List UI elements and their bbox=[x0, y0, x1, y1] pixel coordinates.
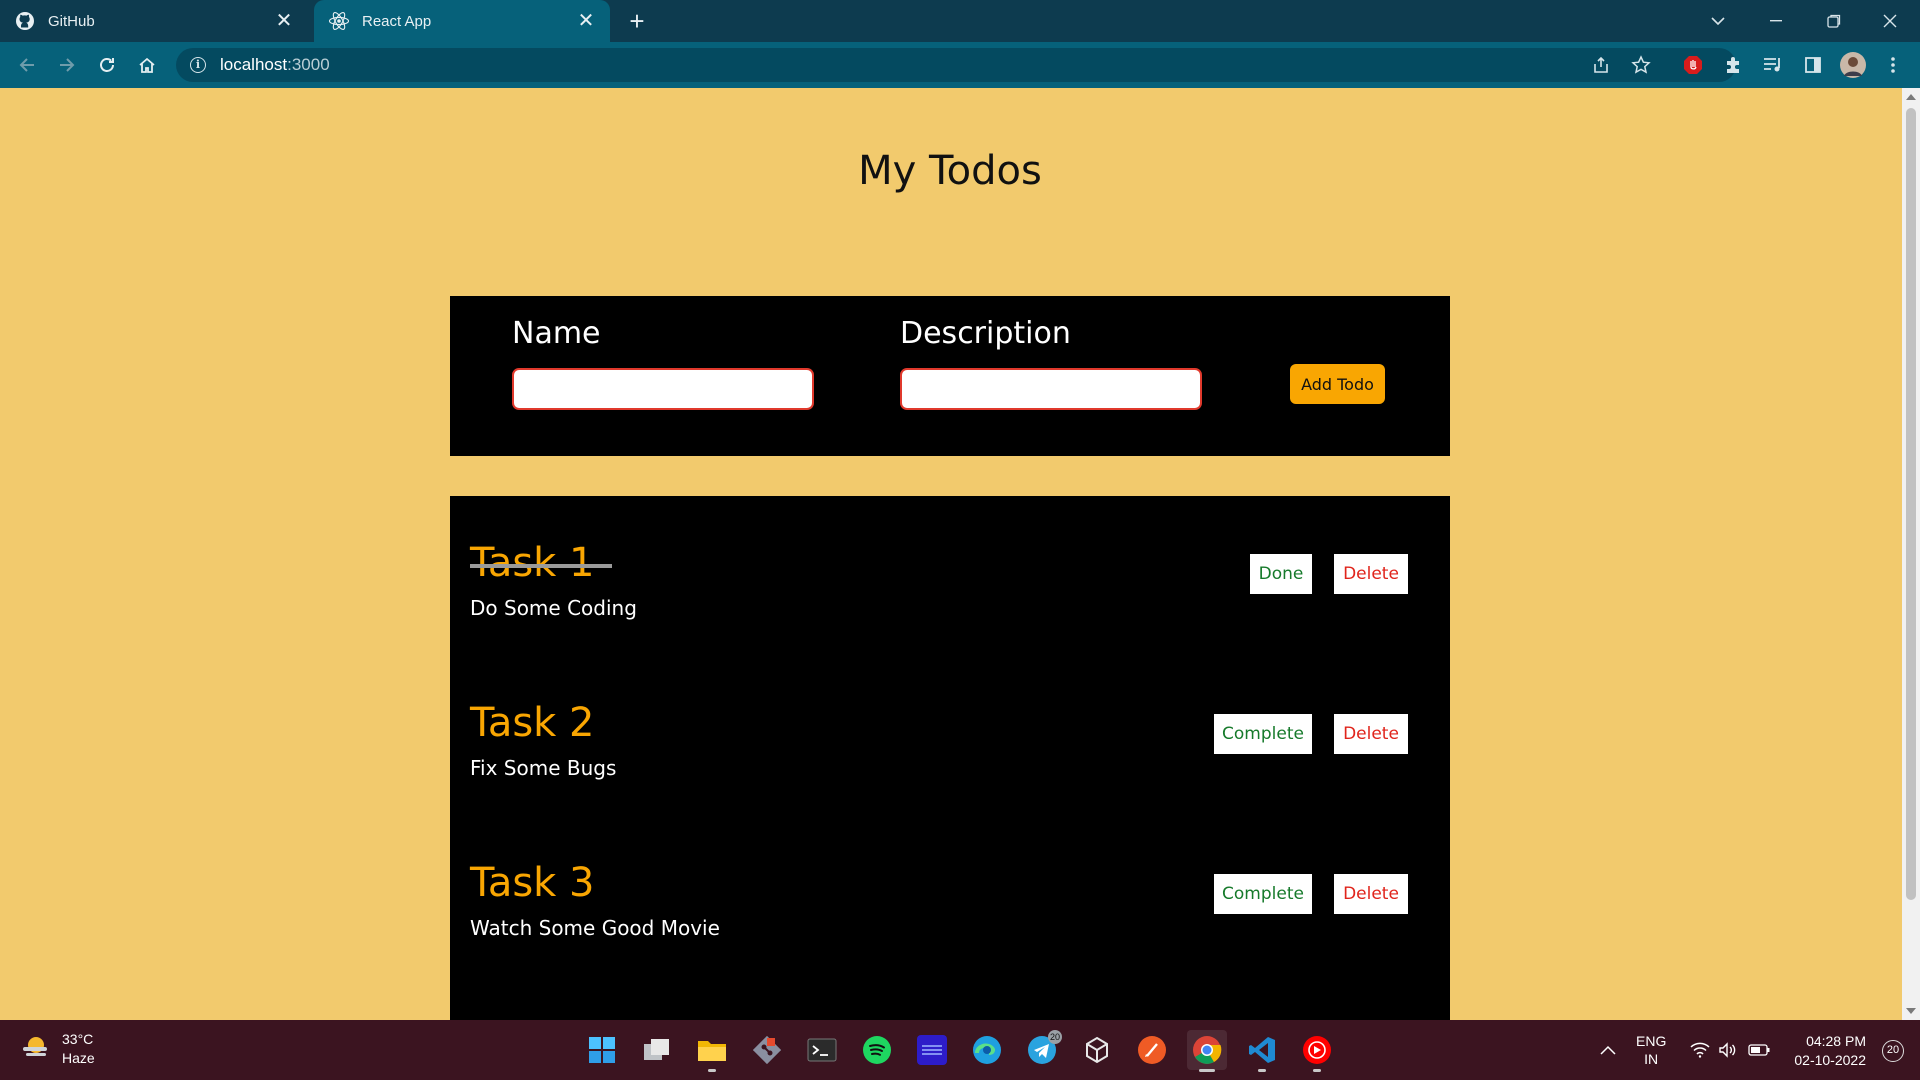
clock-time: 04:28 PM bbox=[1806, 1033, 1866, 1049]
side-panel-icon[interactable] bbox=[1798, 50, 1828, 80]
edge-icon[interactable] bbox=[967, 1030, 1007, 1070]
browser-toolbar: i localhost:3000 bbox=[0, 42, 1920, 88]
wifi-icon[interactable] bbox=[1690, 1020, 1710, 1080]
scrollbar-thumb[interactable] bbox=[1906, 108, 1916, 900]
battery-icon[interactable] bbox=[1748, 1020, 1770, 1080]
page-title: My Todos bbox=[858, 148, 1042, 194]
address-bar[interactable]: i localhost:3000 bbox=[176, 48, 1736, 82]
spotify-icon[interactable] bbox=[857, 1030, 897, 1070]
url-text: localhost:3000 bbox=[220, 55, 330, 74]
new-tab-button[interactable]: + bbox=[622, 6, 652, 36]
bookmark-star-icon[interactable] bbox=[1626, 50, 1656, 80]
tab-react-app[interactable]: React App ✕ bbox=[314, 0, 610, 42]
git-icon[interactable] bbox=[747, 1030, 787, 1070]
react-icon bbox=[328, 10, 350, 32]
back-icon[interactable] bbox=[12, 50, 42, 80]
weather-condition: Haze bbox=[62, 1050, 95, 1066]
todo-description: Fix Some Bugs bbox=[470, 756, 617, 780]
todo-name: Task 1 bbox=[470, 540, 612, 586]
todo-description: Watch Some Good Movie bbox=[470, 916, 720, 940]
file-explorer-icon[interactable] bbox=[692, 1030, 732, 1072]
add-todo-form: Name Description Add Todo bbox=[450, 296, 1450, 456]
tab-search-icon[interactable] bbox=[1690, 0, 1746, 42]
weather-temperature: 33°C bbox=[62, 1031, 94, 1047]
close-icon[interactable]: ✕ bbox=[576, 11, 596, 31]
close-window-button[interactable] bbox=[1862, 0, 1918, 42]
delete-button[interactable]: Delete bbox=[1334, 714, 1408, 754]
telegram-badge: 20 bbox=[1047, 1030, 1062, 1044]
postman-icon[interactable] bbox=[1132, 1030, 1172, 1070]
telegram-icon[interactable]: 20 bbox=[1022, 1030, 1062, 1070]
more-menu-icon[interactable] bbox=[1878, 50, 1908, 80]
avatar[interactable] bbox=[1838, 50, 1868, 80]
todo-description: Do Some Coding bbox=[470, 596, 637, 620]
minimize-button[interactable] bbox=[1748, 0, 1804, 42]
complete-button[interactable]: Complete bbox=[1214, 874, 1312, 914]
tab-title: GitHub bbox=[48, 12, 95, 30]
delete-button[interactable]: Delete bbox=[1334, 554, 1408, 594]
todo-item: Task 2 Fix Some Bugs Complete Delete bbox=[470, 700, 1430, 800]
volume-icon[interactable] bbox=[1718, 1020, 1738, 1080]
github-icon bbox=[14, 10, 36, 32]
youtube-music-icon[interactable] bbox=[1297, 1030, 1337, 1072]
vscode-icon[interactable] bbox=[1242, 1030, 1282, 1072]
unity-icon[interactable] bbox=[1077, 1030, 1117, 1070]
system-clock[interactable]: 04:28 PM 02-10-2022 bbox=[1794, 1032, 1866, 1070]
description-label: Description bbox=[900, 316, 1071, 351]
todo-item: Task 1 Do Some Coding Done Delete bbox=[470, 540, 1430, 640]
todo-list: Task 1 Do Some Coding Done Delete Task 2… bbox=[450, 496, 1450, 1020]
clock-date: 02-10-2022 bbox=[1794, 1052, 1866, 1068]
browser-tab-strip: GitHub ✕ React App ✕ + bbox=[0, 0, 1920, 42]
adblock-extension-icon[interactable] bbox=[1678, 50, 1708, 80]
todo-name: Task 3 bbox=[470, 860, 595, 906]
chrome-icon[interactable] bbox=[1187, 1030, 1227, 1072]
weather-haze-icon bbox=[20, 1032, 50, 1067]
show-hidden-icons-icon[interactable] bbox=[1600, 1020, 1616, 1080]
site-info-icon[interactable]: i bbox=[190, 57, 206, 73]
page-viewport: My Todos Name Description Add Todo Task … bbox=[0, 88, 1902, 1020]
done-button[interactable]: Done bbox=[1250, 554, 1312, 594]
share-icon[interactable] bbox=[1586, 50, 1616, 80]
complete-button[interactable]: Complete bbox=[1214, 714, 1312, 754]
restore-button[interactable] bbox=[1806, 0, 1862, 42]
todo-name: Task 2 bbox=[470, 700, 595, 746]
weather-widget[interactable]: 33°C Haze bbox=[20, 1030, 95, 1068]
tab-title: React App bbox=[362, 12, 432, 30]
terminal-icon[interactable] bbox=[802, 1030, 842, 1070]
description-input[interactable] bbox=[900, 368, 1202, 410]
reload-icon[interactable] bbox=[92, 50, 122, 80]
extensions-icon[interactable] bbox=[1718, 50, 1748, 80]
scroll-down-icon[interactable] bbox=[1906, 1008, 1916, 1014]
name-label: Name bbox=[512, 316, 601, 351]
tab-github[interactable]: GitHub ✕ bbox=[0, 0, 308, 42]
media-controls-icon[interactable] bbox=[1758, 50, 1788, 80]
name-input[interactable] bbox=[512, 368, 814, 410]
windows-start-icon[interactable] bbox=[582, 1030, 622, 1070]
page-scrollbar[interactable] bbox=[1902, 88, 1920, 1020]
add-todo-button[interactable]: Add Todo bbox=[1290, 364, 1385, 404]
close-icon[interactable]: ✕ bbox=[274, 11, 294, 31]
home-icon[interactable] bbox=[132, 50, 162, 80]
task-view-icon[interactable] bbox=[637, 1030, 677, 1070]
todo-item: Task 3 Watch Some Good Movie Complete De… bbox=[470, 860, 1430, 960]
amazon-music-icon[interactable] bbox=[912, 1030, 952, 1070]
language-indicator[interactable]: ENG IN bbox=[1636, 1020, 1666, 1080]
scroll-up-icon[interactable] bbox=[1906, 94, 1916, 100]
forward-icon[interactable] bbox=[52, 50, 82, 80]
windows-taskbar: 33°C Haze 20 ENG IN 04:28 PM 02-10-2022 … bbox=[0, 1020, 1920, 1080]
notification-center-badge[interactable]: 20 bbox=[1882, 1040, 1904, 1062]
delete-button[interactable]: Delete bbox=[1334, 874, 1408, 914]
